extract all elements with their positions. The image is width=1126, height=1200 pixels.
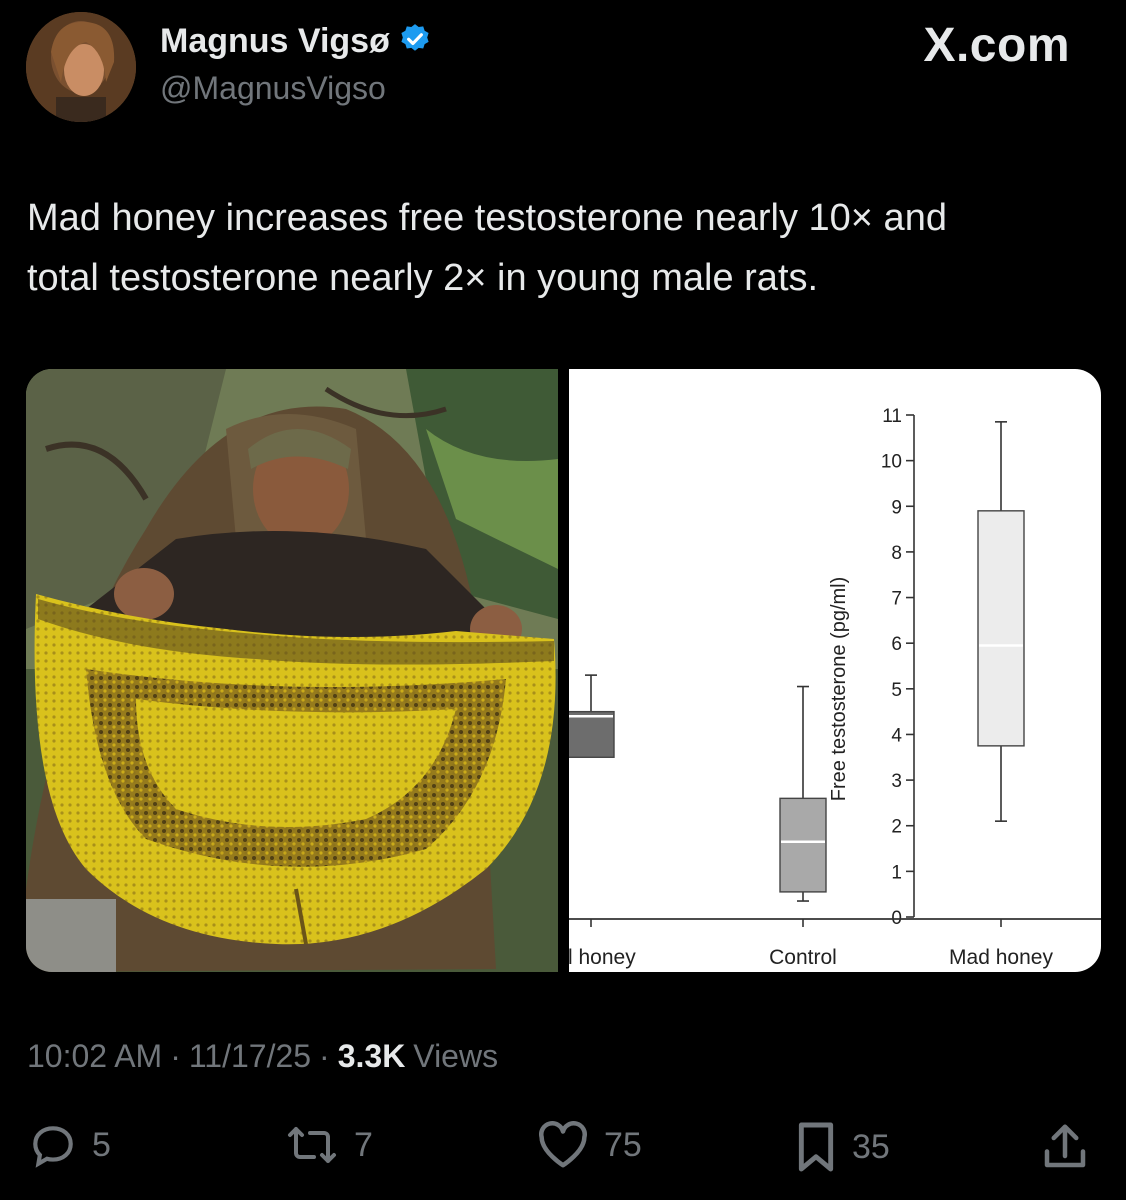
- like-button[interactable]: 75: [536, 1120, 642, 1170]
- repost-button[interactable]: 7: [284, 1120, 373, 1170]
- action-bar: 5 7 75 35: [0, 1120, 1126, 1190]
- x-category-label: Control: [769, 946, 837, 969]
- box-plot-chart[interactable]: 01234567891011al honeyControlMad honey F…: [556, 369, 1101, 972]
- author-display-name[interactable]: Magnus Vigsø: [160, 22, 390, 61]
- y-tick-label: 6: [891, 634, 902, 655]
- reply-button[interactable]: 5: [28, 1120, 111, 1170]
- share-button[interactable]: [1040, 1120, 1090, 1174]
- y-tick-label: 8: [891, 543, 902, 564]
- bookmark-count: 35: [852, 1127, 890, 1166]
- bookmark-button[interactable]: 35: [794, 1120, 890, 1174]
- y-axis-label: Free testosterone (pg/ml): [828, 577, 850, 802]
- bookmark-icon: [794, 1120, 838, 1174]
- y-tick-label: 1: [891, 862, 902, 883]
- y-tick-label: 3: [891, 771, 902, 792]
- box-mad-honey: [977, 510, 1025, 747]
- reply-icon: [28, 1120, 78, 1170]
- avatar-image: [26, 12, 136, 122]
- views-label: Views: [413, 1038, 499, 1074]
- author-handle[interactable]: @MagnusVigso: [160, 70, 386, 107]
- tweet-text-line: total testosterone nearly 2× in young ma…: [27, 257, 819, 299]
- repost-count: 7: [354, 1125, 373, 1164]
- brand-watermark: X.com: [923, 19, 1070, 72]
- box-al-honey: [567, 710, 615, 758]
- y-tick-label: 9: [891, 497, 902, 518]
- tweet-date[interactable]: 11/17/25: [189, 1038, 311, 1075]
- y-tick-label: 11: [882, 406, 902, 427]
- tweet-media[interactable]: 01234567891011al honeyControlMad honey F…: [26, 369, 1101, 972]
- y-tick-label: 7: [891, 589, 902, 610]
- tweet-text-line: Mad honey increases free testosterone ne…: [27, 197, 947, 239]
- y-tick-label: 5: [891, 680, 902, 701]
- avatar[interactable]: [26, 12, 136, 122]
- views-count: 3.3K: [337, 1038, 406, 1074]
- like-count: 75: [604, 1125, 642, 1164]
- reply-count: 5: [92, 1125, 111, 1164]
- x-category-label: al honey: [569, 946, 636, 969]
- box-control: [779, 797, 827, 893]
- y-tick-label: 2: [891, 817, 902, 838]
- meta-separator: ·: [170, 1038, 181, 1074]
- tweet-text: Mad honey increases free testosterone ne…: [27, 188, 1102, 308]
- x-category-label: Mad honey: [949, 946, 1053, 969]
- tweet-meta: 10:02 AM · 11/17/25 · 3.3K Views: [27, 1038, 498, 1075]
- honeycomb-photo[interactable]: [26, 369, 558, 972]
- share-icon: [1040, 1120, 1090, 1174]
- author-name-row[interactable]: Magnus Vigsø: [160, 22, 432, 61]
- verified-badge-icon: [398, 22, 432, 61]
- y-tick-label: 4: [891, 725, 902, 746]
- heart-icon: [536, 1120, 590, 1170]
- y-tick-label: 10: [881, 452, 902, 473]
- repost-icon: [284, 1120, 340, 1170]
- tweet-time[interactable]: 10:02 AM: [27, 1038, 162, 1075]
- box-plot-svg: 01234567891011al honeyControlMad honey F…: [556, 406, 1101, 969]
- meta-separator: ·: [319, 1038, 330, 1074]
